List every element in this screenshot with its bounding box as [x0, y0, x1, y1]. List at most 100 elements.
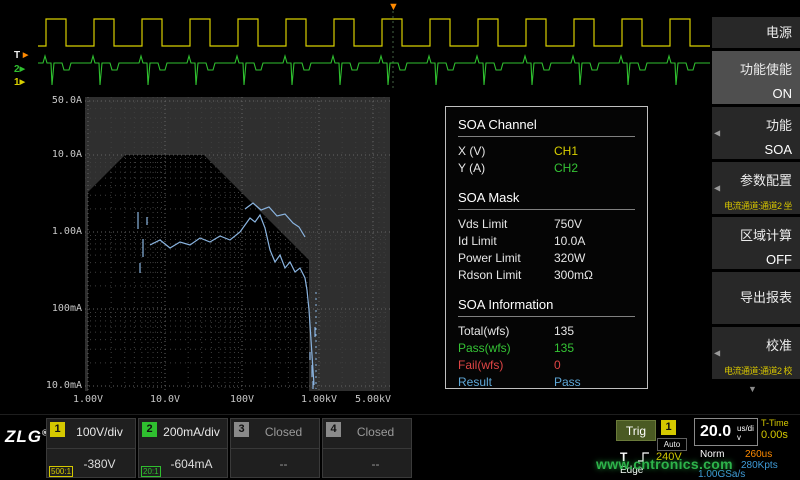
- menu-label: 区域计算: [720, 225, 792, 244]
- info-row: X (V) CH1: [458, 142, 635, 159]
- waveform-display: [38, 6, 710, 90]
- channel1-scale: 100V/div: [67, 425, 132, 439]
- menu-scroll-down-icon[interactable]: ▼: [748, 384, 757, 394]
- submenu-arrow-icon: ◀: [714, 129, 720, 138]
- menu-label: 电源: [720, 17, 792, 48]
- menu-label: 功能使能: [720, 59, 792, 78]
- ch2-position-marker[interactable]: 2▶: [14, 64, 38, 75]
- info-row: Id Limit 10.0A: [458, 232, 635, 249]
- soa-channel-title: SOA Channel: [458, 115, 635, 137]
- soa-info-panel: SOA Channel X (V) CH1 Y (A) CH2 SOA Mask…: [445, 106, 648, 389]
- timebase-box[interactable]: 20.0 us/div: [694, 418, 758, 446]
- channel1-box[interactable]: 1 100V/div 500:1 -380V: [46, 418, 136, 478]
- x-axis-tick: 10.0V: [143, 394, 187, 405]
- channel3-box[interactable]: 3 Closed --: [230, 418, 320, 478]
- soa-plot: [85, 97, 390, 391]
- result-label: Result: [458, 375, 554, 389]
- trigger-source-badge[interactable]: 1: [661, 420, 676, 435]
- pass-wfs-value: 135: [554, 341, 635, 355]
- info-row: Y (A) CH2: [458, 159, 635, 176]
- channel2-badge: 2: [142, 422, 157, 437]
- ttime-label: T-Time: [761, 418, 799, 428]
- trigger-mode-button[interactable]: Auto: [657, 438, 687, 451]
- bottom-status-bar: ZLG® 1 100V/div 500:1 -380V 2 200mA/div …: [0, 414, 800, 480]
- y-axis-tick: 10.0A: [36, 149, 82, 160]
- marker-arrow-icon: ▶: [23, 52, 28, 59]
- y-channel-label: Y (A): [458, 161, 554, 175]
- power-limit-value: 320W: [554, 251, 635, 265]
- ch2-waveform: [38, 56, 710, 85]
- total-wfs-value: 135: [554, 324, 635, 338]
- channel3-offset: --: [251, 457, 316, 471]
- submenu-arrow-icon: ◀: [714, 349, 720, 358]
- channel2-box[interactable]: 2 200mA/div 20:1 -604mA: [138, 418, 228, 478]
- sidebar-item-function-enable[interactable]: 功能使能 ON: [712, 51, 800, 104]
- menu-subtext: 电流通道:通道2 坐: [720, 199, 792, 212]
- menu-label: 功能: [720, 115, 792, 134]
- id-limit-value: 10.0A: [554, 234, 635, 248]
- rdson-limit-value: 300mΩ: [554, 268, 635, 282]
- x-channel-value: CH1: [554, 144, 635, 158]
- trigger-marker-icon[interactable]: ▼: [388, 2, 399, 13]
- divider: [323, 448, 411, 449]
- channel3-badge: 3: [234, 422, 249, 437]
- ch1-position-marker[interactable]: 1▶: [14, 77, 38, 88]
- menu-subtext: 电流通道:通道2 校: [720, 364, 792, 377]
- menu-value: OFF: [720, 252, 792, 267]
- vds-limit-value: 750V: [554, 217, 635, 231]
- info-row: Rdson Limit 300mΩ: [458, 266, 635, 283]
- watermark-text: www.cntronics.com: [596, 456, 733, 472]
- total-wfs-label: Total(wfs): [458, 324, 554, 338]
- trigger-time-readout: T-Time 0.00s: [761, 418, 799, 441]
- divider: [231, 448, 319, 449]
- x-axis-tick: 1.00kV: [297, 394, 341, 405]
- power-limit-label: Power Limit: [458, 251, 554, 265]
- result-value: Pass: [554, 375, 635, 389]
- y-channel-value: CH2: [554, 161, 635, 175]
- menu-label: 校准: [720, 335, 792, 354]
- info-row: Fail(wfs) 0: [458, 356, 635, 373]
- x-channel-label: X (V): [458, 144, 554, 158]
- memory-depth-value: 280Kpts: [741, 460, 778, 471]
- ch1-waveform: [38, 19, 710, 46]
- divider: [47, 448, 135, 449]
- divider: [139, 448, 227, 449]
- channel4-badge: 4: [326, 422, 341, 437]
- channel4-status: Closed: [343, 425, 408, 439]
- sidebar-item-export-report[interactable]: 导出报表: [712, 272, 800, 324]
- sidebar-item-function[interactable]: ◀ 功能 SOA: [712, 107, 800, 159]
- sidebar-item-calibration[interactable]: ◀ 校准 电流通道:通道2 校: [712, 327, 800, 379]
- rdson-limit-label: Rdson Limit: [458, 268, 554, 282]
- pass-wfs-label: Pass(wfs): [458, 341, 554, 355]
- menu-sidebar: 电源 功能使能 ON ◀ 功能 SOA ◀ 参数配置 电流通道:通道2 坐 区域…: [712, 0, 800, 414]
- trigger-level-marker[interactable]: T ▶: [14, 50, 38, 61]
- y-axis-tick: 10.0mA: [36, 380, 82, 391]
- marker-arrow-icon: ▶: [20, 79, 25, 86]
- y-axis-tick: 50.0A: [36, 95, 82, 106]
- trig-status-button[interactable]: Trig: [616, 420, 656, 441]
- info-row: Total(wfs) 135: [458, 322, 635, 339]
- info-row: Vds Limit 750V: [458, 215, 635, 232]
- channel1-offset: -380V: [67, 457, 132, 471]
- channel2-probe-ratio: 20:1: [141, 466, 161, 477]
- menu-value: ON: [720, 86, 792, 101]
- sidebar-item-power[interactable]: 电源: [712, 17, 800, 48]
- fail-wfs-value: 0: [554, 358, 635, 372]
- info-row: Result Pass: [458, 373, 635, 390]
- soa-information-title: SOA Information: [458, 295, 635, 317]
- channel2-offset: -604mA: [159, 457, 224, 471]
- y-axis-tick: 100mA: [36, 303, 82, 314]
- menu-label: 参数配置: [720, 170, 792, 189]
- submenu-arrow-icon: ◀: [714, 184, 720, 193]
- sidebar-item-parameter-config[interactable]: ◀ 参数配置 电流通道:通道2 坐: [712, 162, 800, 214]
- marker-arrow-icon: ▶: [20, 66, 25, 73]
- ttime-value: 0.00s: [761, 429, 799, 441]
- vds-limit-label: Vds Limit: [458, 217, 554, 231]
- timebase-unit: us/div: [737, 424, 754, 442]
- x-axis-tick: 1.00V: [66, 394, 110, 405]
- x-axis-tick: 5.00kV: [351, 394, 395, 405]
- timebase-value: 20.0: [700, 423, 731, 441]
- sidebar-item-area-calc[interactable]: 区域计算 OFF: [712, 217, 800, 269]
- channel4-box[interactable]: 4 Closed --: [322, 418, 412, 478]
- soa-mask-title: SOA Mask: [458, 188, 635, 210]
